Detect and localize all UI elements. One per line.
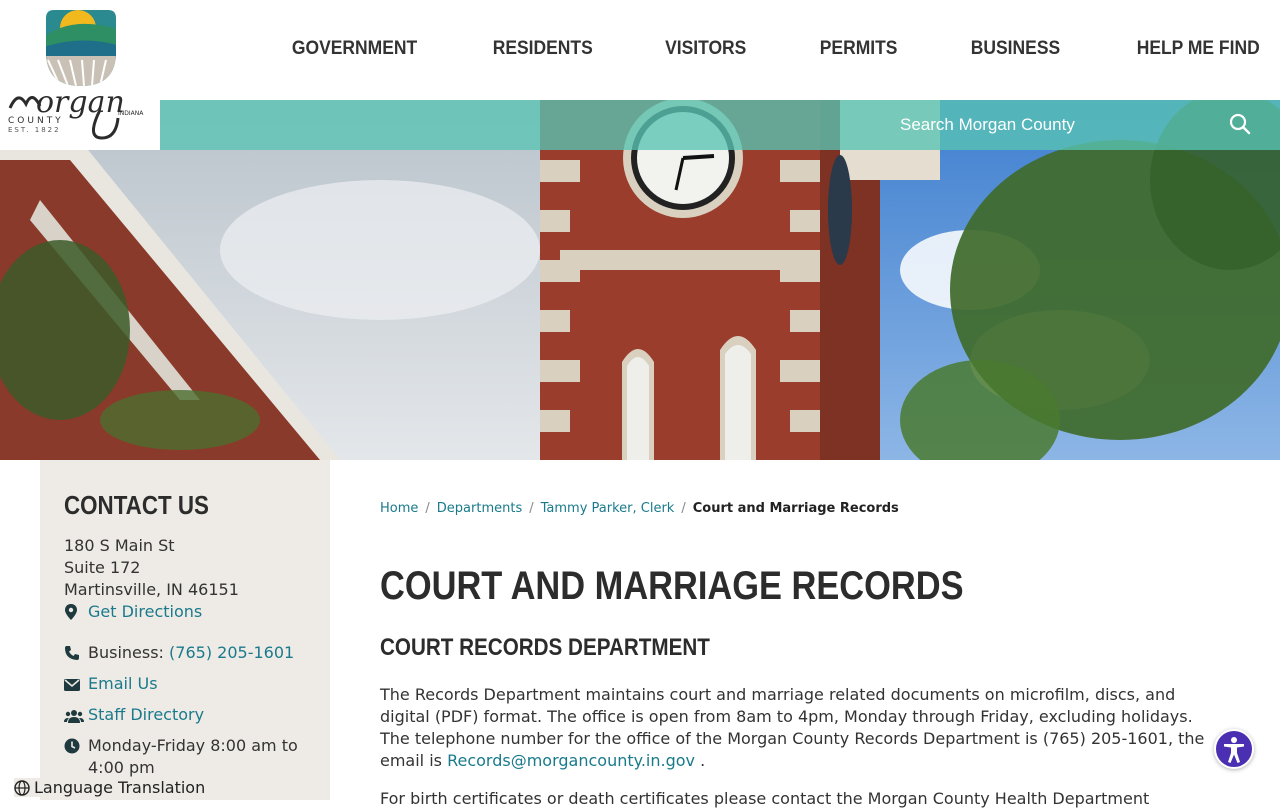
nav-government[interactable]: GOVERNMENT	[292, 38, 417, 60]
email-us-link[interactable]: Email Us	[88, 673, 158, 695]
language-translation-button[interactable]: Language Translation	[14, 778, 206, 797]
search-input[interactable]	[900, 100, 1220, 150]
clock-icon	[64, 735, 88, 760]
staff-row: Staff Directory	[64, 704, 306, 729]
site-header: GOVERNMENT RESIDENTS VISITORS PERMITS BU…	[0, 0, 1280, 100]
records-description: The Records Department maintains court a…	[380, 684, 1210, 772]
nav-residents[interactable]: RESIDENTS	[492, 38, 592, 60]
site-logo[interactable]: organ COUNTY INDIANA EST. 1822	[0, 0, 160, 150]
users-icon	[64, 704, 88, 729]
address-line-1: 180 S Main St	[64, 536, 175, 555]
logo-emblem: organ COUNTY INDIANA EST. 1822	[8, 10, 144, 140]
map-pin-icon	[64, 601, 88, 626]
email-row: Email Us	[64, 673, 306, 698]
search-icon	[1229, 113, 1251, 135]
phone-row: Business: (765) 205-1601	[64, 642, 306, 667]
address-line-2: Suite 172	[64, 558, 141, 577]
breadcrumb-clerk[interactable]: Tammy Parker, Clerk	[541, 501, 675, 516]
search-bar	[160, 100, 1280, 150]
hours-row: Monday-Friday 8:00 am to 4:00 pm	[64, 735, 306, 779]
business-phone-link[interactable]: (765) 205-1601	[169, 642, 294, 664]
envelope-icon	[64, 673, 88, 698]
records-email-link[interactable]: Records@morgancounty.in.gov	[447, 751, 695, 770]
logo-est-text: EST. 1822	[8, 126, 61, 134]
birth-death-certificates-note: For birth certificates or death certific…	[380, 789, 1150, 808]
contact-heading: CONTACT US	[64, 490, 209, 520]
office-hours: Monday-Friday 8:00 am to 4:00 pm	[88, 736, 298, 777]
business-label: Business:	[88, 643, 164, 662]
courthouse-clock-tower-image	[0, 100, 1280, 460]
accessibility-icon	[1224, 737, 1244, 763]
breadcrumb: Home / Departments / Tammy Parker, Clerk / Cou…	[380, 501, 899, 516]
nav-visitors[interactable]: VISITORS	[665, 38, 746, 60]
svg-text:organ: organ	[36, 85, 125, 120]
globe-icon	[14, 779, 30, 796]
nav-permits[interactable]: PERMITS	[819, 38, 897, 60]
logo-county-text: COUNTY	[8, 116, 64, 126]
get-directions-link[interactable]: Get Directions	[88, 601, 202, 623]
logo-state-text: INDIANA	[118, 110, 144, 117]
accessibility-button[interactable]	[1214, 729, 1254, 769]
records-paragraph-end: .	[694, 751, 706, 770]
breadcrumb-departments[interactable]: Departments	[437, 501, 522, 516]
language-translation-label: Language Translation	[34, 778, 206, 797]
phone-icon	[64, 642, 88, 667]
address-line-3: Martinsville, IN 46151	[64, 580, 239, 599]
section-title: COURT RECORDS DEPARTMENT	[380, 634, 710, 661]
hero-image	[0, 100, 1280, 460]
nav-business[interactable]: BUSINESS	[971, 38, 1060, 60]
breadcrumb-home[interactable]: Home	[380, 501, 418, 516]
search-button[interactable]	[1228, 113, 1252, 137]
main-nav: GOVERNMENT RESIDENTS VISITORS PERMITS BU…	[215, 38, 1260, 60]
nav-help-me-find[interactable]: HELP ME FIND	[1137, 38, 1260, 60]
page-title: COURT AND MARRIAGE RECORDS	[380, 564, 964, 608]
directions-row: Get Directions	[64, 601, 306, 626]
address: 180 S Main St Suite 172 Martinsville, IN…	[64, 535, 306, 601]
breadcrumb-current: Court and Marriage Records	[692, 501, 899, 516]
contact-sidebar: CONTACT US 180 S Main St Suite 172 Marti…	[40, 460, 330, 800]
staff-directory-link[interactable]: Staff Directory	[88, 704, 204, 726]
